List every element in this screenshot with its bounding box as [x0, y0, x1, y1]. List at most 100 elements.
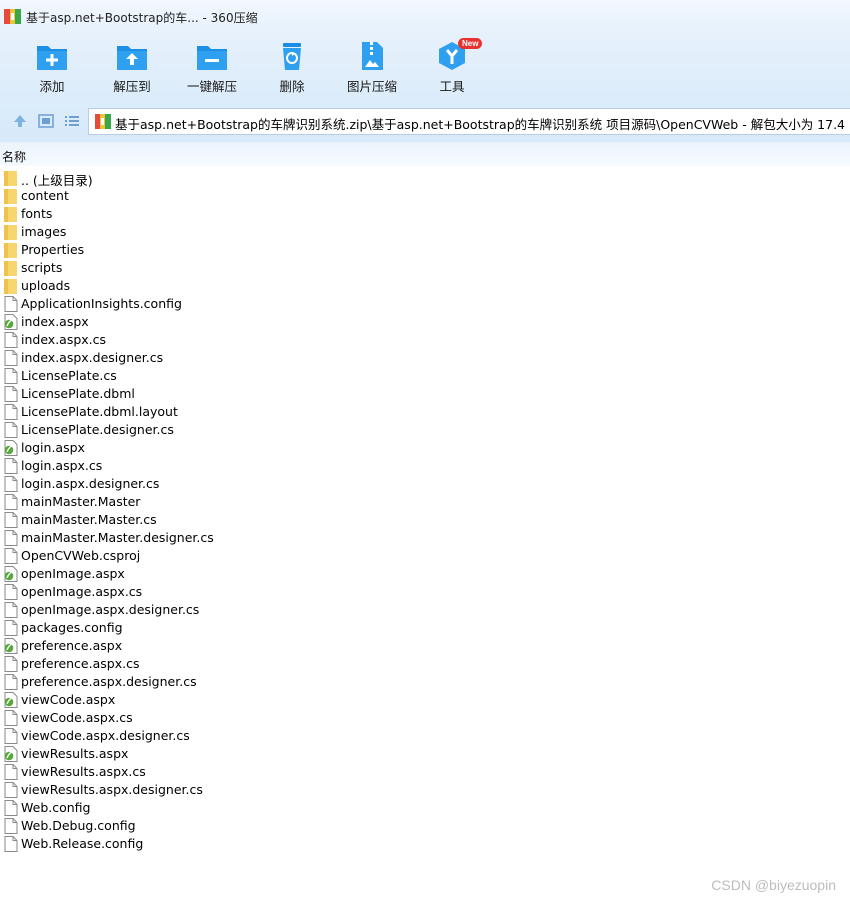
- file-name: ApplicationInsights.config: [21, 296, 182, 311]
- file-row[interactable]: index.aspx.cs: [0, 331, 850, 349]
- file-row[interactable]: ApplicationInsights.config: [0, 295, 850, 313]
- file-name: viewCode.aspx.cs: [21, 710, 133, 725]
- file-name: openImage.aspx.designer.cs: [21, 602, 200, 617]
- file-row[interactable]: LicensePlate.dbml.layout: [0, 403, 850, 421]
- app-archive-icon: [4, 9, 21, 24]
- file-row[interactable]: Web.Release.config: [0, 835, 850, 853]
- new-badge: New: [458, 38, 483, 49]
- folder-icon: [4, 225, 17, 240]
- file-name: Web.Release.config: [21, 836, 144, 851]
- delete-icon: [283, 43, 301, 70]
- file-row[interactable]: openImage.aspx.designer.cs: [0, 601, 850, 619]
- file-row[interactable]: packages.config: [0, 619, 850, 637]
- file-name: mainMaster.Master.cs: [21, 512, 157, 527]
- file-row[interactable]: Web.config: [0, 799, 850, 817]
- extract-to-button[interactable]: 解压到: [92, 40, 172, 96]
- file-row[interactable]: viewResults.aspx: [0, 745, 850, 763]
- add-icon: [37, 46, 67, 70]
- file-row[interactable]: viewCode.aspx.cs: [0, 709, 850, 727]
- file-row[interactable]: Web.Debug.config: [0, 817, 850, 835]
- file-row[interactable]: index.aspx.designer.cs: [0, 349, 850, 367]
- path-field[interactable]: 基于asp.net+Bootstrap的车牌识别系统.zip\基于asp.net…: [88, 108, 850, 135]
- folder-row[interactable]: Properties: [0, 241, 850, 259]
- file-name: openImage.aspx.cs: [21, 584, 143, 599]
- document-file-icon: [4, 332, 18, 348]
- file-name: index.aspx: [21, 314, 89, 329]
- document-file-icon: [4, 530, 18, 546]
- file-row[interactable]: mainMaster.Master.cs: [0, 511, 850, 529]
- file-row[interactable]: preference.aspx.designer.cs: [0, 673, 850, 691]
- folder-row[interactable]: scripts: [0, 259, 850, 277]
- one-click-extract-button[interactable]: 一键解压: [172, 40, 252, 96]
- file-name: Web.config: [21, 800, 91, 815]
- delete-button[interactable]: 删除: [252, 40, 332, 96]
- image-compress-button[interactable]: 图片压缩: [332, 40, 412, 96]
- folder-row[interactable]: fonts: [0, 205, 850, 223]
- folder-row[interactable]: uploads: [0, 277, 850, 295]
- tools-button[interactable]: New 工具: [412, 38, 492, 96]
- aspx-file-icon: [4, 638, 18, 654]
- extract-to-icon: [117, 46, 147, 70]
- folder-row[interactable]: .. (上级目录): [0, 169, 850, 188]
- document-file-icon: [4, 782, 18, 798]
- document-file-icon: [4, 656, 18, 672]
- file-name: openImage.aspx: [21, 566, 125, 581]
- one-click-extract-button-label: 一键解压: [186, 79, 237, 94]
- path-text: 基于asp.net+Bootstrap的车牌识别系统.zip\基于asp.net…: [115, 117, 850, 132]
- file-row[interactable]: LicensePlate.dbml: [0, 385, 850, 403]
- file-name: LicensePlate.dbml.layout: [21, 404, 178, 419]
- document-file-icon: [4, 494, 18, 510]
- list-view-icon[interactable]: [64, 113, 80, 129]
- file-name: preference.aspx.designer.cs: [21, 674, 197, 689]
- file-name: login.aspx.designer.cs: [21, 476, 160, 491]
- file-row[interactable]: mainMaster.Master.designer.cs: [0, 529, 850, 547]
- one-click-extract-icon: [197, 46, 227, 70]
- folder-row[interactable]: content: [0, 187, 850, 205]
- file-row[interactable]: OpenCVWeb.csproj: [0, 547, 850, 565]
- file-row[interactable]: LicensePlate.cs: [0, 367, 850, 385]
- file-name: LicensePlate.designer.cs: [21, 422, 174, 437]
- document-file-icon: [4, 674, 18, 690]
- file-row[interactable]: openImage.aspx: [0, 565, 850, 583]
- document-file-icon: [4, 728, 18, 744]
- document-file-icon: [4, 818, 18, 834]
- document-file-icon: [4, 296, 18, 312]
- file-name: login.aspx: [21, 440, 85, 455]
- document-file-icon: [4, 620, 18, 636]
- document-file-icon: [4, 368, 18, 384]
- file-name: OpenCVWeb.csproj: [21, 548, 141, 563]
- file-row[interactable]: index.aspx: [0, 313, 850, 331]
- file-row[interactable]: mainMaster.Master: [0, 493, 850, 511]
- file-row[interactable]: preference.aspx.cs: [0, 655, 850, 673]
- document-file-icon: [4, 602, 18, 618]
- aspx-file-icon: [4, 566, 18, 582]
- file-row[interactable]: login.aspx.cs: [0, 457, 850, 475]
- file-row[interactable]: LicensePlate.designer.cs: [0, 421, 850, 439]
- folder-row[interactable]: images: [0, 223, 850, 241]
- file-row[interactable]: login.aspx.designer.cs: [0, 475, 850, 493]
- file-row[interactable]: viewResults.aspx.designer.cs: [0, 781, 850, 799]
- up-level-icon[interactable]: [12, 113, 28, 129]
- thumbnail-view-icon[interactable]: [38, 113, 54, 129]
- add-button[interactable]: 添加: [12, 40, 92, 96]
- file-name: uploads: [21, 278, 71, 293]
- file-row[interactable]: preference.aspx: [0, 637, 850, 655]
- column-header-name[interactable]: 名称: [0, 142, 850, 166]
- document-file-icon: [4, 836, 18, 852]
- file-list: .. (上级目录) content fonts images Properties scr…: [0, 169, 850, 869]
- file-row[interactable]: login.aspx: [0, 439, 850, 457]
- document-file-icon: [4, 404, 18, 420]
- file-row[interactable]: viewCode.aspx: [0, 691, 850, 709]
- aspx-file-icon: [4, 746, 18, 762]
- file-row[interactable]: openImage.aspx.cs: [0, 583, 850, 601]
- document-file-icon: [4, 764, 18, 780]
- file-name: viewResults.aspx.cs: [21, 764, 146, 779]
- aspx-file-icon: [4, 440, 18, 456]
- folder-icon: [4, 261, 17, 276]
- file-name: LicensePlate.cs: [21, 368, 117, 383]
- file-row[interactable]: viewResults.aspx.cs: [0, 763, 850, 781]
- file-row[interactable]: viewCode.aspx.designer.cs: [0, 727, 850, 745]
- folder-icon: [4, 207, 17, 222]
- file-name: preference.aspx: [21, 638, 123, 653]
- add-button-label: 添加: [39, 79, 65, 94]
